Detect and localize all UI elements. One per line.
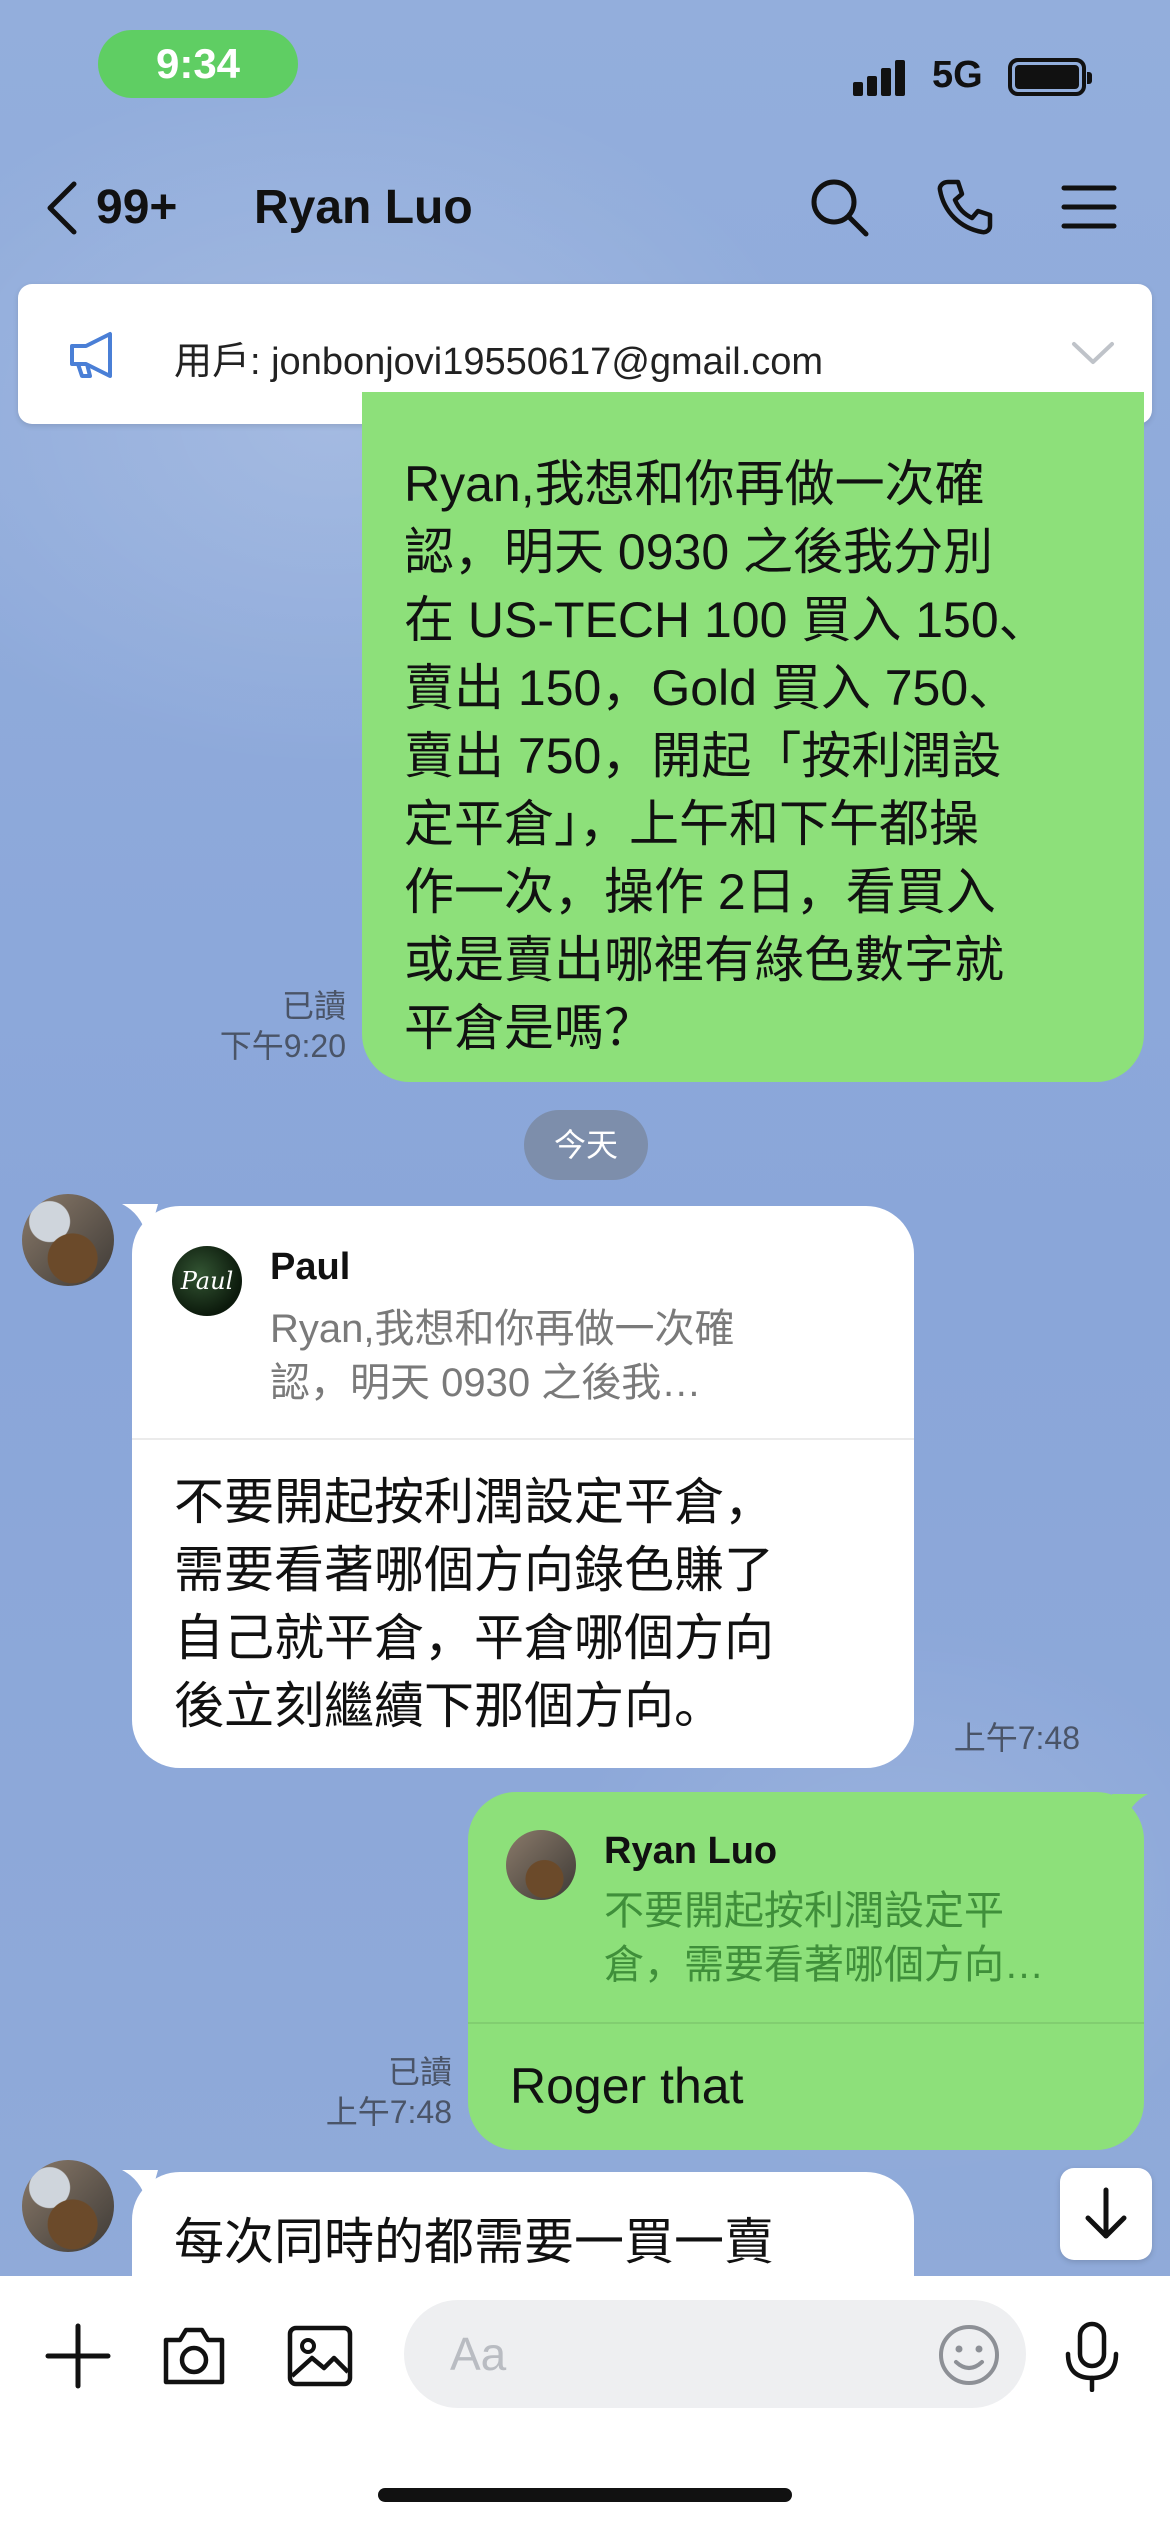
message-line: 賣出 750，開起「按利潤設 [404,728,1002,784]
snippet-line: 不要開起按利潤設定平 [604,1889,1004,1933]
message-text: Ryan,我想和你再做一次確 認，明天 0930 之後我分別 在 US-TECH… [404,450,1049,1062]
battery-icon [1008,58,1092,96]
phone-icon[interactable] [934,176,996,238]
message-line: 賣出 150，Gold 買入 750、 [404,660,1019,716]
message-line: Ryan,我想和你再做一次確 [404,456,985,512]
snippet-line: 倉，需要看著哪個方向… [604,1943,1044,1987]
announcement-text: 用戶: jonbonjovi19550617@gmail.com [174,341,824,383]
status-time-pill[interactable]: 9:34 [98,30,298,98]
message-line: 或是賣出哪裡有綠色數字就 [404,932,1004,988]
sender-avatar[interactable] [22,1194,114,1286]
chat-title[interactable]: Ryan Luo [254,180,473,235]
image-icon[interactable] [284,2320,356,2392]
read-receipt: 已讀 [387,2054,452,2090]
reply-avatar: Paul [172,1246,242,1316]
message-line: 在 US-TECH 100 買入 150、 [404,592,1049,648]
sender-avatar[interactable] [22,2160,114,2252]
message-line: 作一次，操作 2日，看買入 [404,864,996,920]
message-line: 需要看著哪個方向錄色賺了 [174,1542,774,1598]
search-icon[interactable] [808,176,870,238]
message-meta: 已讀 上午7:48 [260,2052,452,2132]
read-receipt: 已讀 [281,988,346,1024]
reply-sender-name: Ryan Luo [604,1830,778,1872]
arrow-down-icon [1085,2187,1127,2239]
message-line: 不要開起按利潤設定平倉， [174,1474,774,1530]
message-line: 平倉是嗎？ [404,1000,654,1056]
message-time: 上午7:48 [953,1720,1080,1756]
reply-avatar [506,1830,576,1900]
camera-icon[interactable] [158,2320,230,2392]
outgoing-message-bubble[interactable]: Ryan,我想和你再做一次確 認，明天 0930 之後我分別 在 US-TECH… [362,392,1144,1082]
reply-snippet[interactable]: Ryan,我想和你再做一次確 認，明天 0930 之後我… [270,1302,735,1410]
reply-sender-name: Paul [270,1246,351,1288]
reply-divider [132,1438,914,1440]
message-line: 定平倉」，上午和下午都操 [404,796,979,852]
reply-snippet[interactable]: 不要開起按利潤設定平 倉，需要看著哪個方向… [604,1884,1044,1992]
emoji-icon[interactable] [936,2322,1002,2388]
outgoing-message-bubble[interactable]: Ryan Luo 不要開起按利潤設定平 倉，需要看著哪個方向… Roger th… [468,1792,1144,2150]
microphone-icon[interactable] [1056,2320,1128,2392]
message-text: 每次同時的都需要一買一賣 [174,2214,774,2270]
snippet-line: 認，明天 0930 之後我… [270,1361,702,1405]
message-time: 上午7:48 [325,2094,452,2130]
network-label: 5G [932,54,983,96]
message-time: 下午9:20 [219,1028,346,1064]
megaphone-icon [70,332,112,378]
message-line: 自己就平倉，平倉哪個方向 [174,1610,774,1666]
message-input[interactable] [404,2300,1026,2408]
message-text: Roger that [510,2058,744,2114]
snippet-line: Ryan,我想和你再做一次確 [270,1307,735,1351]
incoming-message-bubble[interactable]: Paul Paul Ryan,我想和你再做一次確 認，明天 0930 之後我… … [132,1206,914,1768]
message-meta: 已讀 下午9:20 [150,986,346,1066]
unread-count[interactable]: 99+ [96,180,177,235]
date-divider: 今天 [524,1110,648,1180]
back-chevron-icon[interactable] [44,180,80,236]
message-line: 後立刻繼續下那個方向。 [174,1678,724,1734]
reply-divider [468,2022,1144,2024]
cellular-signal-icon [853,60,915,96]
message-line: 認，明天 0930 之後我分別 [404,524,994,580]
scroll-to-bottom-button[interactable] [1060,2168,1152,2260]
menu-icon[interactable] [1058,176,1120,238]
plus-icon[interactable] [42,2320,114,2392]
message-text: 不要開起按利潤設定平倉， 需要看著哪個方向錄色賺了 自己就平倉，平倉哪個方向 後… [174,1468,774,1740]
chevron-down-icon[interactable] [1070,334,1116,370]
home-indicator[interactable] [378,2488,792,2502]
